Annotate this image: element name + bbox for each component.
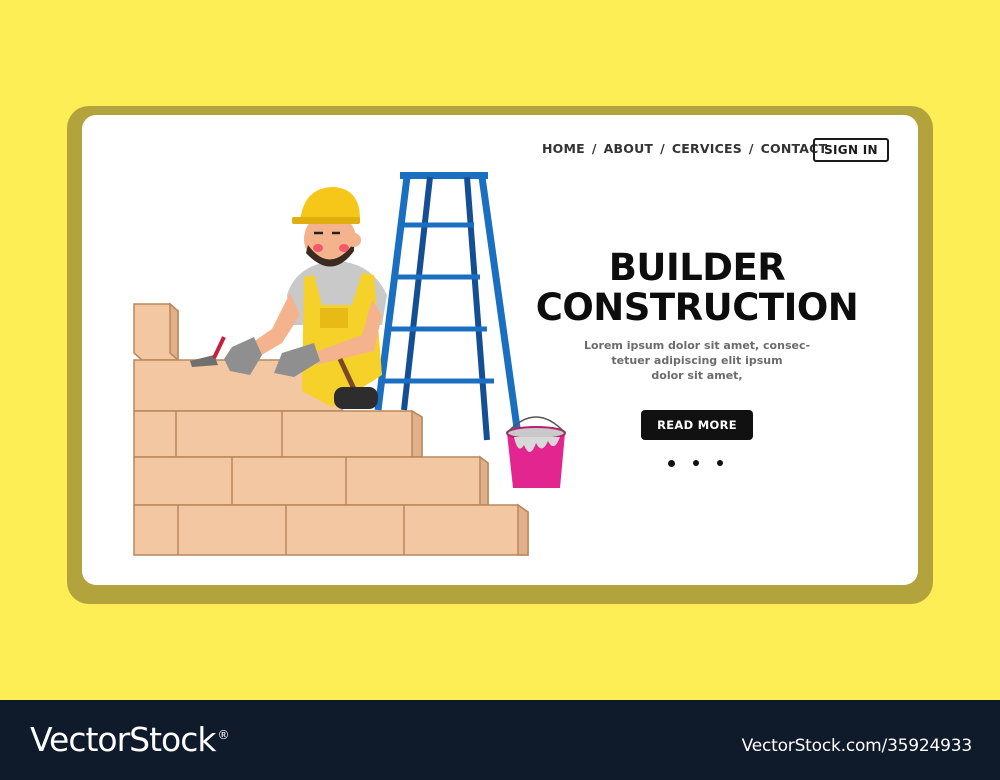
nav-separator: / bbox=[748, 141, 754, 156]
hero-description-line-1: Lorem ipsum dolor sit amet, consec- bbox=[583, 339, 811, 352]
read-more-button[interactable]: READ MORE bbox=[641, 410, 753, 440]
hero-title-line-1: BUILDER bbox=[608, 246, 786, 289]
vectorstock-logo: VectorStock ® bbox=[30, 720, 230, 759]
hero-title: BUILDER CONSTRUCTION bbox=[522, 248, 872, 328]
brand-text: VectorStock bbox=[30, 720, 216, 759]
nav-separator: / bbox=[660, 141, 665, 156]
hero-description-line-2: tetuer adipiscing elit ipsum bbox=[611, 354, 783, 367]
hero-description-line-3: dolor sit amet, bbox=[651, 369, 743, 382]
hero-description: Lorem ipsum dolor sit amet, consec- tetu… bbox=[562, 338, 832, 383]
carousel-dots bbox=[668, 460, 723, 467]
carousel-dot-3[interactable] bbox=[717, 460, 723, 466]
registered-mark: ® bbox=[217, 728, 230, 742]
sign-in-button[interactable]: SIGN IN bbox=[813, 138, 889, 162]
nav-services-link[interactable]: CERVICES bbox=[672, 141, 742, 156]
carousel-dot-2[interactable] bbox=[693, 460, 699, 466]
nav-separator: / bbox=[591, 141, 597, 156]
nav-home-link[interactable]: HOME bbox=[542, 141, 585, 156]
ladder-icon bbox=[374, 172, 522, 441]
watermark-footer: VectorStock ® VectorStock.com/35924933 bbox=[0, 700, 1000, 780]
hero-title-line-2: CONSTRUCTION bbox=[535, 286, 859, 329]
carousel-dot-1[interactable] bbox=[668, 460, 675, 467]
top-nav: HOME / ABOUT / CERVICES / CONTACT bbox=[542, 141, 827, 156]
landing-page: HOME / ABOUT / CERVICES / CONTACT SIGN I… bbox=[82, 115, 918, 585]
nav-about-link[interactable]: ABOUT bbox=[604, 141, 654, 156]
image-id: VectorStock.com/35924933 bbox=[741, 736, 973, 756]
